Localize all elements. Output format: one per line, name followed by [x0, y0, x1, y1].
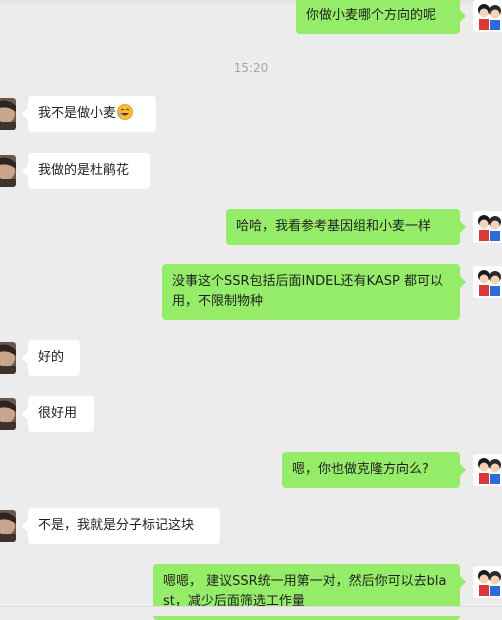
contact-avatar[interactable]	[0, 398, 16, 430]
message-bubble[interactable]: 你做小麦哪个方向的呢	[296, 0, 466, 34]
message-bubble[interactable]: 我不是做小麦	[22, 96, 156, 132]
message-timestamp: 15:20	[233, 61, 269, 75]
laughing-face-icon	[117, 104, 133, 120]
self-avatar[interactable]	[473, 566, 502, 598]
message-text: 嗯嗯， 建议SSR统一用第一对，然后你可以去blast，减少后面筛选工作量	[163, 574, 447, 609]
contact-avatar[interactable]	[0, 155, 16, 187]
message-text: 不是，我就是分子标记这块	[38, 518, 195, 533]
message-text: 很好用	[38, 406, 78, 421]
message-text: 我做的是杜鹃花	[38, 163, 130, 178]
contact-avatar[interactable]	[0, 98, 16, 130]
self-avatar[interactable]	[473, 266, 502, 298]
self-avatar[interactable]	[473, 454, 502, 486]
message-bubble[interactable]: 哈哈，我看参考基因组和小麦一样	[226, 209, 466, 245]
contact-avatar[interactable]	[0, 342, 16, 374]
message-bubble[interactable]: 没事这个SSR包括后面INDEL还有KASP 都可以用，不限制物种	[162, 264, 466, 320]
message-text: 哈哈，我看参考基因组和小麦一样	[236, 219, 432, 234]
contact-avatar[interactable]	[0, 510, 16, 542]
message-bubble[interactable]: 不是，我就是分子标记这块	[22, 508, 220, 544]
self-avatar[interactable]	[473, 211, 502, 243]
message-bubble[interactable]: 嗯，你也做克隆方向么?	[282, 452, 466, 488]
message-text: 嗯，你也做克隆方向么?	[292, 462, 429, 477]
message-bubble[interactable]: 很好用	[22, 396, 94, 432]
message-text: 我不是做小麦	[38, 106, 117, 121]
message-bubble[interactable]: 我做的是杜鹃花	[22, 153, 150, 189]
message-text: 好的	[38, 350, 65, 365]
message-text: 你做小麦哪个方向的呢	[306, 8, 437, 23]
message-bubble[interactable]: 好的	[22, 340, 80, 376]
self-avatar[interactable]	[473, 0, 502, 32]
message-text: 没事这个SSR包括后面INDEL还有KASP 都可以用，不限制物种	[172, 274, 443, 309]
